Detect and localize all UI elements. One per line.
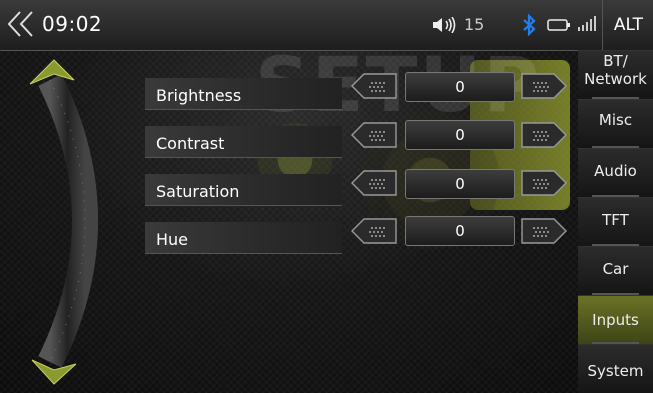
bluetooth-icon bbox=[523, 14, 536, 36]
status-bar: 09:02 15 ALT bbox=[0, 0, 653, 51]
hue-value: 0 bbox=[405, 216, 515, 246]
saturation-decrease-button[interactable] bbox=[350, 169, 398, 197]
tab-inputs[interactable]: Inputs bbox=[578, 295, 653, 344]
hue-increase-button[interactable] bbox=[520, 217, 568, 245]
contrast-decrease-button[interactable] bbox=[350, 121, 398, 149]
tab-bt-network[interactable]: BT/ Network bbox=[578, 50, 653, 99]
brightness-value: 0 bbox=[405, 72, 515, 102]
tab-system[interactable]: System bbox=[578, 344, 653, 393]
saturation-value: 0 bbox=[405, 169, 515, 199]
tab-car-label: Car bbox=[602, 260, 629, 278]
tab-bt-network-label-line2: Network bbox=[584, 70, 647, 88]
scroll-dial[interactable] bbox=[10, 50, 130, 393]
contrast-value: 0 bbox=[405, 120, 515, 150]
saturation-increase-button[interactable] bbox=[520, 169, 568, 197]
alt-button[interactable]: ALT bbox=[602, 0, 653, 50]
tab-tft-label: TFT bbox=[602, 211, 629, 229]
tab-car[interactable]: Car bbox=[578, 246, 653, 295]
tab-tft[interactable]: TFT bbox=[578, 197, 653, 246]
volume-level: 15 bbox=[464, 15, 485, 34]
tab-misc[interactable]: Misc bbox=[578, 99, 653, 148]
tab-system-label: System bbox=[587, 362, 644, 380]
speaker-icon bbox=[433, 17, 456, 33]
brightness-increase-button[interactable] bbox=[520, 72, 568, 100]
brightness-decrease-button[interactable] bbox=[350, 72, 398, 100]
setup-category-sidebar: BT/ Network Misc Audio TFT Car Inputs Sy… bbox=[578, 50, 653, 393]
battery-icon bbox=[547, 19, 570, 31]
clock: 09:02 bbox=[42, 12, 103, 36]
setup-screen: SETUP 09:02 15 ALT Brightness 0 Contrast… bbox=[0, 0, 653, 393]
hue-decrease-button[interactable] bbox=[350, 217, 398, 245]
tab-audio[interactable]: Audio bbox=[578, 148, 653, 197]
signal-bars-icon bbox=[578, 16, 596, 31]
tab-misc-label: Misc bbox=[598, 111, 633, 129]
tab-inputs-label: Inputs bbox=[592, 311, 639, 329]
tab-bt-network-label-line1: BT/ bbox=[603, 52, 628, 70]
hue-label: Hue bbox=[145, 222, 342, 254]
contrast-label: Contrast bbox=[145, 126, 342, 158]
double-chevron-left-icon[interactable] bbox=[6, 10, 36, 38]
brightness-label: Brightness bbox=[145, 78, 342, 110]
saturation-label: Saturation bbox=[145, 174, 342, 206]
tab-audio-label: Audio bbox=[594, 162, 637, 180]
contrast-increase-button[interactable] bbox=[520, 121, 568, 149]
